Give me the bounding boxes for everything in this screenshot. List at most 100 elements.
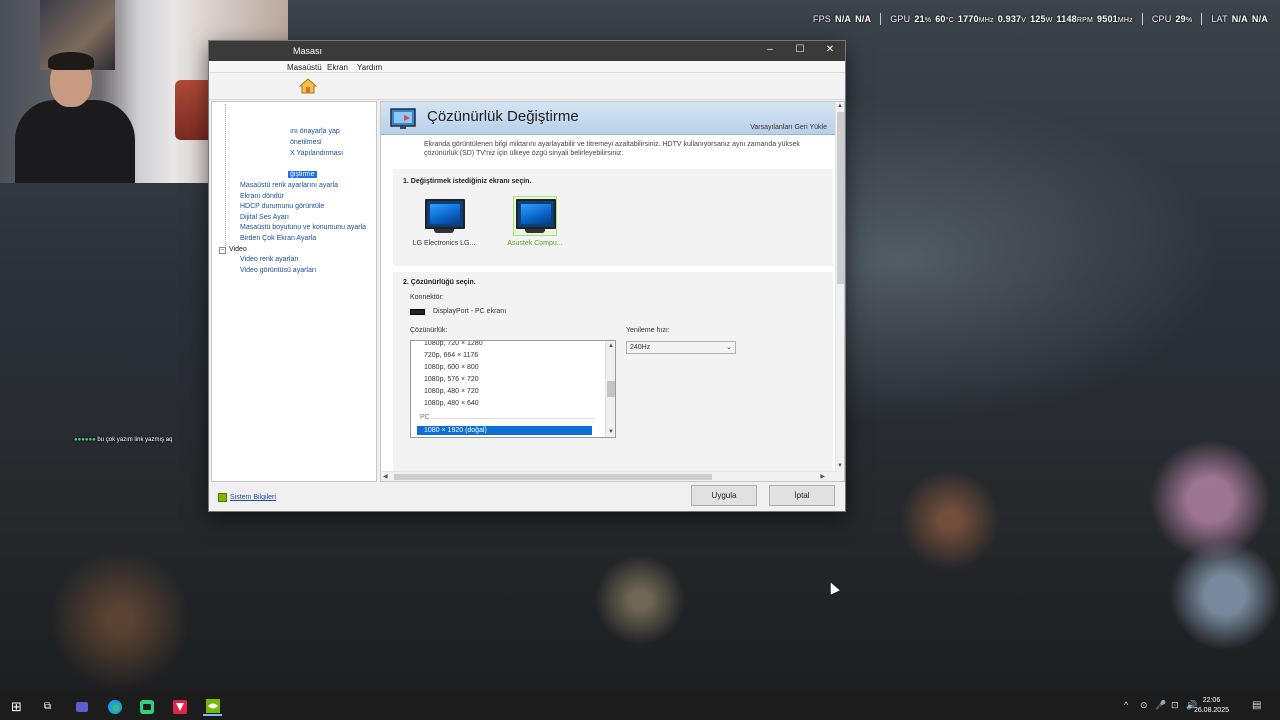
system-info-label: Sistem Bilgileri: [230, 494, 276, 501]
app-icon-3[interactable]: [137, 697, 156, 716]
close-button[interactable]: ✕: [815, 41, 845, 61]
tree-expander-video[interactable]: –: [219, 247, 226, 254]
chat-nick: ●●●●●●: [74, 437, 96, 443]
resolution-item[interactable]: 1080p, 480 × 640: [424, 400, 479, 407]
cancel-button[interactable]: İptal: [769, 485, 835, 506]
monitor-asus-box: [513, 196, 557, 236]
resolution-item[interactable]: 1080p, 480 × 720: [424, 388, 479, 395]
app-icon-4[interactable]: [170, 697, 189, 716]
page-header: Çözünürlük Değiştirme Varsayılanları Ger…: [381, 102, 837, 135]
minimize-button[interactable]: –: [755, 41, 785, 61]
hud-separator: [1141, 13, 1143, 25]
scrollbar-thumb[interactable]: [607, 381, 615, 397]
resolution-label: Çözünürlük:: [410, 327, 448, 334]
hud-separator: [880, 13, 882, 25]
hud-lat-value-2: N/A: [1251, 14, 1268, 24]
scrollbar-thumb[interactable]: [394, 474, 712, 480]
resolution-item[interactable]: 1080p, 600 × 800: [424, 364, 479, 371]
apply-button[interactable]: Uygula: [691, 485, 757, 506]
tree-item-configuration[interactable]: X Yapılandırması: [290, 150, 343, 157]
hud-gpu-load: 21%: [914, 14, 932, 24]
menu-bar: Masaüstü Ekran Yardım: [209, 61, 845, 73]
scroll-down-icon[interactable]: ▼: [837, 463, 843, 469]
scroll-up-icon[interactable]: ▲: [608, 343, 614, 349]
scroll-left-icon[interactable]: ◀: [383, 473, 388, 480]
connector-label: Konnektör:: [410, 294, 444, 301]
taskbar-clock[interactable]: 22:06 26.08.2025: [1194, 696, 1229, 716]
monitor-stand: [434, 229, 454, 233]
tree-item-video-image[interactable]: Video görüntüsü ayarları: [240, 267, 316, 274]
resolution-list[interactable]: 1080p, 720 × 1280 720p, 664 × 1176 1080p…: [410, 340, 616, 438]
section-select-resolution: 2. Çözünürlüğü seçin. Konnektör: Display…: [393, 272, 833, 472]
resolution-group-pc: PC: [420, 414, 430, 421]
tree-item-management[interactable]: önetilmesi: [290, 139, 322, 146]
streamer-body: [15, 100, 135, 183]
tree-item-hdcp-status[interactable]: HDCP durumunu görüntüle: [240, 203, 324, 210]
app-icon-edge[interactable]: [105, 697, 124, 716]
hud-fps-value-2: N/A: [855, 14, 872, 24]
display-settings-icon: [390, 108, 416, 129]
chat-app-icon: [139, 699, 154, 714]
monitor-asus[interactable]: Asustek Compu...: [500, 196, 570, 247]
scroll-right-icon[interactable]: ▶: [820, 473, 825, 480]
resolution-list-scrollbar[interactable]: ▲ ▼: [605, 341, 615, 437]
home-icon[interactable]: [299, 78, 317, 94]
app-icon-1[interactable]: [72, 697, 91, 716]
content-pane: Çözünürlük Değiştirme Varsayılanları Ger…: [380, 101, 845, 482]
hud-gpu-clock: 1770MHz: [957, 14, 994, 24]
content-horizontal-scrollbar[interactable]: ◀ ▶: [381, 471, 837, 481]
stream-chat-message: ●●●●●● bu çok yazım link yazmış aq: [74, 437, 172, 443]
monitor-asus-label: Asustek Compu...: [507, 240, 563, 247]
menu-desktop[interactable]: Masaüstü: [287, 63, 322, 72]
streamer-hair: [48, 52, 94, 70]
tree-item-desktop-color[interactable]: Masaüstü renk ayarlarını ayarla: [240, 182, 338, 189]
system-info-link[interactable]: Sistem Bilgileri: [218, 493, 276, 502]
refresh-rate-value: 240Hz: [630, 344, 651, 351]
step2-title: 2. Çözünürlüğü seçin.: [403, 279, 476, 286]
app-icon-nvidia[interactable]: [203, 697, 222, 716]
chevron-down-icon: ⌄: [726, 344, 732, 351]
tree-group-video[interactable]: Video: [229, 246, 247, 253]
tree-item-multiple-displays[interactable]: Birden Çok Ekran Ayarla: [240, 235, 316, 242]
refresh-rate-select[interactable]: 240Hz ⌄: [626, 341, 736, 354]
notification-icon[interactable]: ▤: [1252, 700, 1261, 711]
tray-overflow-icon[interactable]: ^: [1124, 700, 1128, 710]
taskbar: ⊞ ⧉ ^ ⊙ 🎤 ⊡ 🔊 22:06 26.08.2025 ▤: [0, 693, 1280, 720]
clock-time: 22:06: [1202, 697, 1221, 704]
resolution-item[interactable]: 720p, 664 × 1176: [424, 352, 478, 359]
restore-defaults-link[interactable]: Varsayılanları Geri Yükle: [750, 124, 827, 131]
task-view-button[interactable]: ⧉: [38, 697, 57, 716]
tray-camera-icon[interactable]: ⊙: [1140, 700, 1148, 711]
resolution-item[interactable]: 1080p, 576 × 720: [424, 376, 479, 383]
chat-text: bu çok yazım link yazmış aq: [97, 437, 173, 443]
red-app-icon: [172, 699, 187, 714]
tree-item-change-resolution[interactable]: ğiştirme: [288, 171, 317, 178]
edge-icon: [107, 699, 122, 714]
maximize-button[interactable]: ☐: [785, 41, 815, 61]
hud-gpu-temp: 60°C: [935, 14, 954, 24]
resolution-item[interactable]: 1080p, 720 × 1280: [424, 341, 483, 347]
monitor-stand: [525, 229, 545, 233]
monitor-lg-box: [422, 196, 466, 236]
monitor-lg-label: LG Electronics LG...: [412, 240, 476, 247]
tree-item-digital-audio[interactable]: Dijital Ses Ayarı: [240, 214, 289, 221]
resolution-item-selected[interactable]: 1080 × 1920 (doğal): [417, 426, 592, 435]
tree-item-desktop-size[interactable]: Masaüstü boyutunu ve konumunu ayarla: [240, 224, 366, 231]
tray-mic-icon[interactable]: 🎤: [1155, 700, 1166, 711]
monitor-lg[interactable]: LG Electronics LG...: [409, 196, 479, 247]
tree-item-preset[interactable]: ını önayarla yap: [290, 128, 340, 135]
tree-item-rotate-display[interactable]: Ekranı döndür: [240, 193, 284, 200]
scroll-down-icon[interactable]: ▼: [608, 429, 614, 435]
content-vertical-scrollbar[interactable]: ▲ ▼: [835, 102, 844, 481]
menu-help[interactable]: Yardım: [357, 63, 382, 72]
scroll-up-icon[interactable]: ▲: [837, 103, 843, 109]
start-button[interactable]: ⊞: [7, 697, 26, 716]
tray-network-icon[interactable]: ⊡: [1171, 700, 1179, 711]
hud-gpu-voltage: 0.937V: [997, 14, 1027, 24]
nvidia-icon: [205, 698, 220, 713]
tree-item-video-color[interactable]: Video renk ayarları: [240, 256, 299, 263]
menu-display[interactable]: Ekran: [327, 63, 348, 72]
navigation-tree: ını önayarla yap önetilmesi X Yapılandır…: [211, 101, 377, 482]
title-bar[interactable]: Masası – ☐ ✕: [209, 41, 845, 61]
scrollbar-thumb[interactable]: [837, 112, 844, 284]
